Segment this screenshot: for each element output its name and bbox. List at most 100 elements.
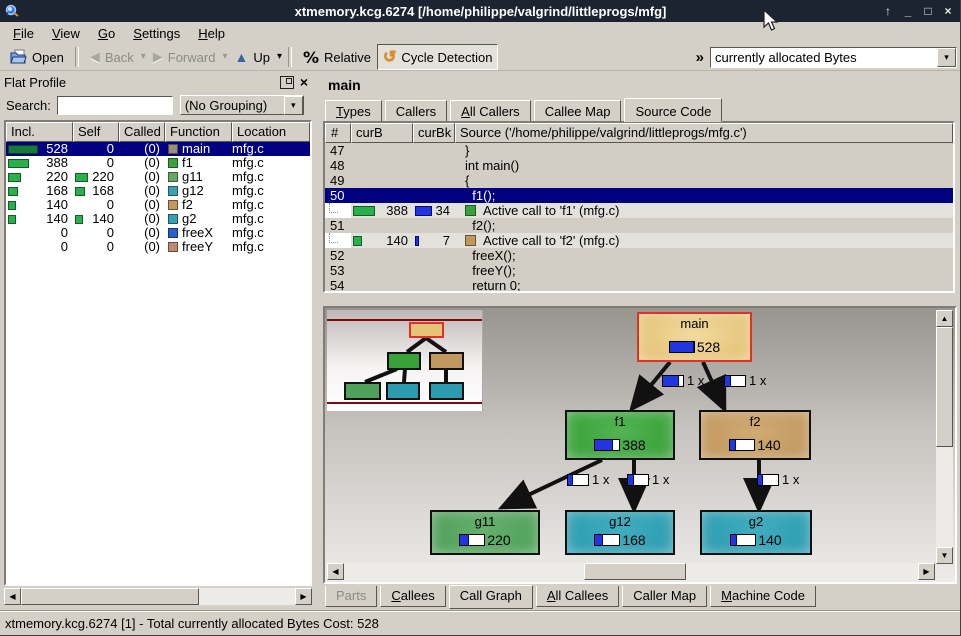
search-input[interactable]	[57, 96, 173, 115]
flat-profile-row-main[interactable]: 528 0 (0) main mfg.c	[6, 142, 310, 156]
graph-node-main[interactable]: main 528	[637, 312, 752, 362]
flat-profile-row-f1[interactable]: 388 0 (0) f1 mfg.c	[6, 156, 310, 170]
source-row[interactable]: 51 f2();	[325, 218, 953, 233]
graph-vscrollbar[interactable]: ▲ ▼	[936, 310, 953, 564]
open-button[interactable]: Open	[4, 44, 70, 70]
flat-profile-row-g12[interactable]: 168 168 (0) g12 mfg.c	[6, 184, 310, 198]
tab-parts[interactable]: Parts	[325, 586, 377, 607]
source-row-selected[interactable]: 50 f1();	[325, 188, 953, 203]
tab-call-graph[interactable]: Call Graph	[449, 585, 533, 609]
back-arrow-icon: ◀	[90, 49, 100, 65]
source-row[interactable]: 48int main()	[325, 158, 953, 173]
scroll-right-icon[interactable]: ▶	[918, 563, 935, 580]
event-type-combobox[interactable]: currently allocated Bytes ▾	[710, 47, 957, 68]
column-header-source[interactable]: Source ('/home/philippe/valgrind/littlep…	[455, 123, 953, 143]
cycle-arrow-icon: ↺	[383, 47, 396, 67]
graph-hscrollbar[interactable]: ◀ ▶	[327, 563, 935, 580]
up-dropdown-icon[interactable]: ▾	[276, 52, 283, 62]
tab-source-code[interactable]: Source Code	[624, 98, 722, 122]
tab-callee-map[interactable]: Callee Map	[534, 100, 622, 121]
source-call-row-f2[interactable]: 140 7 Active call to 'f2' (mfg.c)	[325, 233, 953, 248]
scroll-left-icon[interactable]: ◀	[327, 563, 344, 580]
column-header-location[interactable]: Location	[232, 122, 310, 142]
function-color-icon	[168, 172, 178, 182]
graph-node-f2[interactable]: f2 140	[699, 410, 811, 460]
scrollbar-thumb[interactable]	[584, 563, 686, 580]
call-graph-panel[interactable]: main 528 f1 388 f2 140 g11 220 g12 168 g…	[323, 306, 957, 584]
menu-view[interactable]: View	[43, 24, 89, 43]
menu-help[interactable]: Help	[189, 24, 234, 43]
close-panel-icon[interactable]: ×	[300, 76, 308, 88]
source-call-row-f1[interactable]: 388 34 Active call to 'f1' (mfg.c)	[325, 203, 953, 218]
column-header-self[interactable]: Self	[73, 122, 119, 142]
scroll-left-icon[interactable]: ◀	[4, 588, 21, 605]
tab-machine-code[interactable]: Machine Code	[710, 586, 816, 607]
close-window-icon[interactable]: ×	[941, 4, 955, 18]
flat-profile-row-g11[interactable]: 220 220 (0) g11 mfg.c	[6, 170, 310, 184]
cost-bar	[729, 439, 755, 451]
tab-callers[interactable]: Callers	[385, 100, 447, 121]
tab-caller-map[interactable]: Caller Map	[622, 586, 707, 607]
detail-tabs: Types Callers All Callers Callee Map Sou…	[325, 98, 725, 121]
graph-node-f1[interactable]: f1 388	[565, 410, 675, 460]
back-dropdown-icon[interactable]: ▾	[140, 52, 147, 62]
flat-profile-row-freeX[interactable]: 0 0 (0) freeX mfg.c	[6, 226, 310, 240]
grouping-combobox[interactable]: (No Grouping) ▾	[180, 95, 304, 115]
grouping-dropdown-icon[interactable]: ▾	[284, 96, 303, 115]
cycle-detection-toggle-button[interactable]: ↺ Cycle Detection	[377, 44, 498, 70]
status-text: xtmemory.kcg.6274 [1] - Total currently …	[5, 616, 379, 631]
column-header-line[interactable]: #	[325, 123, 351, 143]
scroll-right-icon[interactable]: ▶	[295, 588, 312, 605]
source-row[interactable]: 52 freeX();	[325, 248, 953, 263]
column-header-incl[interactable]: Incl.	[6, 122, 73, 142]
scrollbar-track[interactable]	[344, 563, 584, 580]
function-color-icon	[168, 214, 178, 224]
scrollbar-thumb[interactable]	[21, 588, 199, 605]
flat-profile-dock-titlebar[interactable]: Flat Profile ×	[4, 72, 312, 92]
flat-profile-row-g2[interactable]: 140 140 (0) g2 mfg.c	[6, 212, 310, 226]
minimize-window-icon[interactable]: _	[901, 4, 915, 18]
column-header-curB[interactable]: curB	[351, 123, 413, 143]
event-combo-dropdown-icon[interactable]: ▾	[937, 48, 956, 67]
active-function-title: main	[328, 77, 361, 93]
menu-settings[interactable]: Settings	[124, 24, 189, 43]
window-titlebar[interactable]: xtmemory.kcg.6274 [/home/philippe/valgri…	[0, 0, 961, 22]
scroll-up-icon[interactable]: ▲	[936, 310, 953, 327]
graph-node-g2[interactable]: g2 140	[700, 510, 812, 555]
graph-node-g11[interactable]: g11 220	[430, 510, 540, 555]
toolbar-overflow-icon[interactable]: »	[696, 49, 704, 66]
menu-file[interactable]: File	[4, 24, 43, 43]
column-header-curBk[interactable]: curBk	[413, 123, 455, 143]
source-row[interactable]: 54 return 0;	[325, 278, 953, 293]
source-row[interactable]: 49{	[325, 173, 953, 188]
forward-dropdown-icon[interactable]: ▾	[221, 52, 228, 62]
source-row[interactable]: 53 freeY();	[325, 263, 953, 278]
column-header-called[interactable]: Called	[119, 122, 165, 142]
back-button[interactable]: ◀ Back	[84, 44, 140, 70]
scroll-down-icon[interactable]: ▼	[936, 547, 953, 564]
tab-types[interactable]: Types	[325, 100, 382, 121]
maximize-window-icon[interactable]: □	[921, 4, 935, 18]
grouping-value: (No Grouping)	[181, 98, 284, 113]
tab-all-callers[interactable]: All Callers	[450, 100, 531, 121]
tab-callees[interactable]: Callees	[380, 586, 445, 607]
open-folder-icon	[10, 49, 27, 65]
toolbar: Open ◀ Back ▾ ▶ Forward ▾ ▲ Up ▾ % Relat…	[0, 44, 961, 71]
flat-profile-hscrollbar[interactable]: ◀ ▶	[4, 588, 312, 605]
curB-bar	[353, 206, 375, 216]
float-panel-icon[interactable]	[280, 76, 294, 89]
shade-window-icon[interactable]: ↑	[881, 4, 895, 18]
column-header-function[interactable]: Function	[165, 122, 232, 142]
scrollbar-thumb[interactable]	[936, 327, 953, 447]
forward-button[interactable]: ▶ Forward	[147, 44, 222, 70]
function-color-icon	[168, 242, 178, 252]
flat-profile-row-freeY[interactable]: 0 0 (0) freeY mfg.c	[6, 240, 310, 254]
menu-go[interactable]: Go	[89, 24, 124, 43]
tree-line	[329, 233, 338, 243]
flat-profile-row-f2[interactable]: 140 0 (0) f2 mfg.c	[6, 198, 310, 212]
relative-toggle-button[interactable]: % Relative	[297, 44, 377, 70]
source-row[interactable]: 47}	[325, 143, 953, 158]
tab-all-callees[interactable]: All Callees	[536, 586, 619, 607]
up-button[interactable]: ▲ Up	[228, 44, 275, 70]
graph-node-g12[interactable]: g12 168	[565, 510, 675, 555]
